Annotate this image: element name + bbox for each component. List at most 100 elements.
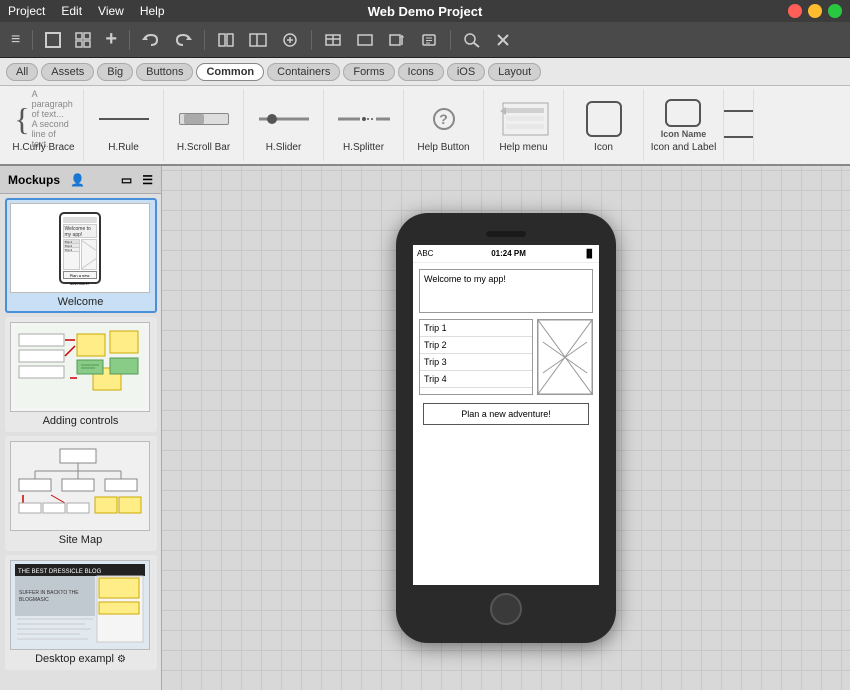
filter-all[interactable]: All bbox=[6, 63, 38, 81]
component-h-curly-brace[interactable]: { A paragraph of text...A second line of… bbox=[4, 89, 84, 161]
h-scroll-bar-icon bbox=[178, 98, 230, 140]
close-x-button[interactable] bbox=[490, 30, 516, 50]
toolbar-icon-2[interactable] bbox=[244, 30, 272, 50]
search-button[interactable] bbox=[458, 30, 486, 50]
welcome-label: Welcome bbox=[10, 296, 152, 308]
component-label: Icon and Label bbox=[651, 142, 717, 153]
component-help-button[interactable]: ? Help Button bbox=[404, 89, 484, 161]
canvas-area: ABC 01:24 PM ▐▌ Welcome to my app! Trip … bbox=[162, 166, 850, 690]
carrier-label: ABC bbox=[417, 249, 433, 258]
toolbar-separator-3 bbox=[204, 30, 205, 50]
menu-view[interactable]: View bbox=[98, 4, 124, 18]
sidebar-item-adding-controls[interactable]: Adding controls bbox=[5, 317, 157, 432]
h-curly-brace-icon: { A paragraph of text...A second line of… bbox=[18, 98, 70, 140]
component-label: Help Button bbox=[417, 142, 469, 153]
desktop-example-thumbnail: THE BEST DRESSICLE BLOG SUFFER IN BACKTO… bbox=[10, 560, 150, 650]
menu-bar: Project Edit View Help Web Demo Project bbox=[0, 0, 850, 22]
screen-list-image-row: Trip 1 Trip 2 Trip 3 Trip 4 bbox=[419, 319, 593, 395]
filter-layout[interactable]: Layout bbox=[488, 63, 541, 81]
sidebar-header: Mockups 👤 ▭ ☰ bbox=[0, 166, 161, 194]
layout-single-button[interactable] bbox=[40, 30, 66, 50]
sidebar-view-list-icon[interactable]: ☰ bbox=[142, 173, 153, 187]
maximize-button[interactable] bbox=[828, 4, 842, 18]
list-item-2: Trip 2 bbox=[420, 337, 532, 354]
filter-common[interactable]: Common bbox=[196, 63, 264, 81]
components-strip: { A paragraph of text...A second line of… bbox=[0, 86, 850, 166]
toolbar: ≡ + bbox=[0, 22, 850, 58]
filter-forms[interactable]: Forms bbox=[343, 63, 394, 81]
sidebar-list[interactable]: Welcome to my app! Trip 1 Trip 2 Trip 3 bbox=[0, 194, 161, 690]
svg-text:SUFFER IN BACKTO THE: SUFFER IN BACKTO THE bbox=[19, 590, 79, 596]
filter-ios[interactable]: iOS bbox=[447, 63, 485, 81]
sidebar-item-welcome[interactable]: Welcome to my app! Trip 1 Trip 2 Trip 3 bbox=[5, 198, 157, 313]
filter-containers[interactable]: Containers bbox=[267, 63, 340, 81]
sidebar-view-single-icon[interactable]: ▭ bbox=[121, 173, 132, 187]
window-controls bbox=[788, 4, 842, 18]
toolbar-separator-4 bbox=[311, 30, 312, 50]
list-item-4: Trip 4 bbox=[420, 371, 532, 388]
component-help-menu[interactable]: Help menu bbox=[484, 89, 564, 161]
component-label: H.Curly Brace bbox=[12, 142, 74, 153]
icon-and-label-icon: Icon Name bbox=[658, 98, 710, 140]
phone-home-button[interactable] bbox=[490, 593, 522, 625]
filter-assets[interactable]: Assets bbox=[41, 63, 94, 81]
toolbar-icon-4[interactable] bbox=[319, 30, 347, 50]
desktop-example-settings-icon: ⚙ bbox=[117, 654, 126, 665]
h-splitter-icon bbox=[338, 98, 390, 140]
menu-project[interactable]: Project bbox=[8, 4, 45, 18]
phone-mockup: ABC 01:24 PM ▐▌ Welcome to my app! Trip … bbox=[396, 213, 616, 643]
component-h-scroll-bar[interactable]: H.Scroll Bar bbox=[164, 89, 244, 161]
battery-label: ▐▌ bbox=[584, 249, 595, 258]
component-label: H.Slider bbox=[266, 142, 302, 153]
sidebar: Mockups 👤 ▭ ☰ Welcome to my app! Trip 1 … bbox=[0, 166, 162, 690]
menu-help[interactable]: Help bbox=[140, 4, 165, 18]
component-icon[interactable]: Icon bbox=[564, 89, 644, 161]
add-button[interactable]: + bbox=[100, 26, 122, 53]
filter-icons[interactable]: Icons bbox=[398, 63, 444, 81]
toolbar-icon-1[interactable] bbox=[212, 30, 240, 50]
help-menu-icon bbox=[498, 98, 550, 140]
app-title: Web Demo Project bbox=[368, 4, 483, 19]
toolbar-icon-5[interactable] bbox=[351, 30, 379, 50]
site-map-thumbnail bbox=[10, 441, 150, 531]
menu-edit[interactable]: Edit bbox=[61, 4, 82, 18]
sidebar-user-icon: 👤 bbox=[70, 173, 85, 187]
component-partial bbox=[724, 89, 754, 161]
component-icon-and-label[interactable]: Icon Name Icon and Label bbox=[644, 89, 724, 161]
icon-icon bbox=[578, 98, 630, 140]
undo-button[interactable] bbox=[137, 30, 165, 50]
hamburger-menu-button[interactable]: ≡ bbox=[6, 29, 25, 51]
sidebar-item-site-map[interactable]: Site Map bbox=[5, 436, 157, 551]
filter-big[interactable]: Big bbox=[97, 63, 133, 81]
h-slider-icon bbox=[258, 98, 310, 140]
svg-text:BLOGMASIC: BLOGMASIC bbox=[19, 597, 49, 603]
filter-buttons[interactable]: Buttons bbox=[136, 63, 193, 81]
adding-controls-thumbnail bbox=[10, 322, 150, 412]
toolbar-icon-3[interactable] bbox=[276, 30, 304, 50]
toolbar-icon-7[interactable] bbox=[415, 30, 443, 50]
list-item-1: Trip 1 bbox=[420, 320, 532, 337]
time-label: 01:24 PM bbox=[491, 249, 526, 258]
component-label: Icon bbox=[594, 142, 613, 153]
svg-text:THE BEST DRESSICLE BLOG: THE BEST DRESSICLE BLOG bbox=[18, 569, 102, 575]
toolbar-separator-1 bbox=[32, 30, 33, 50]
adventure-button-label: Plan a new adventure! bbox=[461, 409, 551, 419]
layout-grid-button[interactable] bbox=[70, 30, 96, 50]
toolbar-separator-2 bbox=[129, 30, 130, 50]
screen-adventure-button[interactable]: Plan a new adventure! bbox=[423, 403, 589, 425]
toolbar-separator-5 bbox=[450, 30, 451, 50]
phone-speaker bbox=[486, 231, 526, 237]
close-button[interactable] bbox=[788, 4, 802, 18]
h-rule-icon bbox=[98, 98, 150, 140]
phone-screen: ABC 01:24 PM ▐▌ Welcome to my app! Trip … bbox=[413, 245, 599, 585]
redo-button[interactable] bbox=[169, 30, 197, 50]
toolbar-icon-6[interactable] bbox=[383, 30, 411, 50]
sidebar-item-desktop-example[interactable]: THE BEST DRESSICLE BLOG SUFFER IN BACKTO… bbox=[5, 555, 157, 670]
minimize-button[interactable] bbox=[808, 4, 822, 18]
component-h-slider[interactable]: H.Slider bbox=[244, 89, 324, 161]
component-h-rule[interactable]: H.Rule bbox=[84, 89, 164, 161]
screen-welcome-textbox: Welcome to my app! bbox=[419, 269, 593, 313]
component-h-splitter[interactable]: H.Splitter bbox=[324, 89, 404, 161]
welcome-thumbnail: Welcome to my app! Trip 1 Trip 2 Trip 3 bbox=[10, 203, 150, 293]
component-label: H.Splitter bbox=[343, 142, 384, 153]
